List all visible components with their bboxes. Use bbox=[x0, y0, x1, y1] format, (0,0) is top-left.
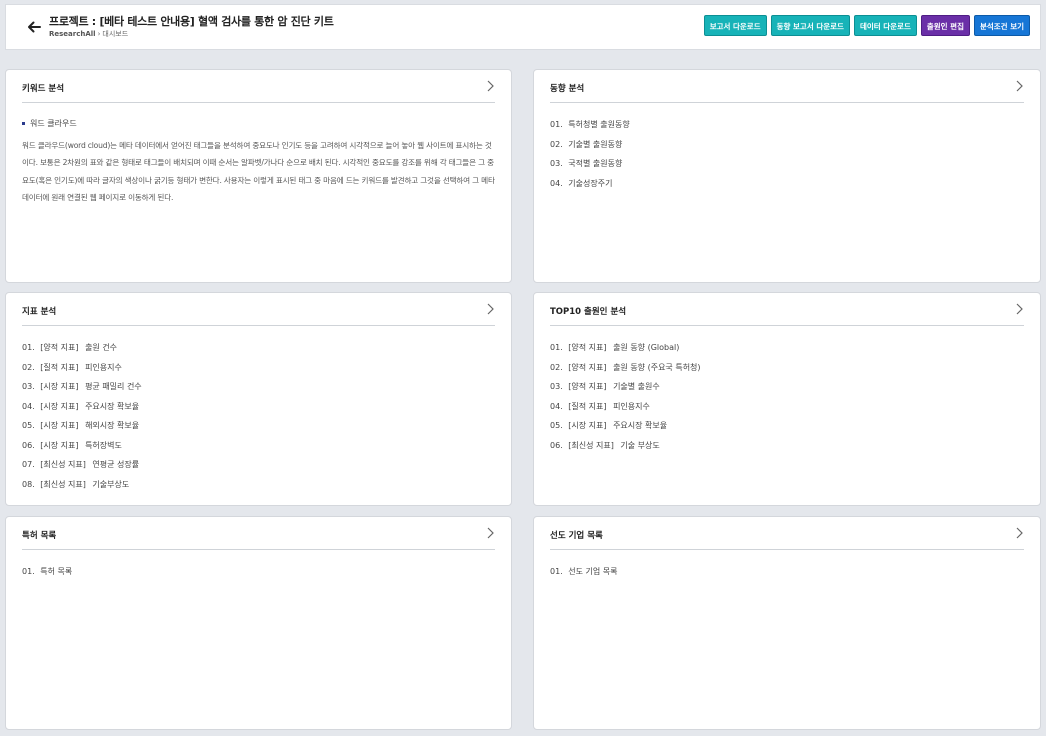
breadcrumb: ResearchAll › 대시보드 bbox=[49, 29, 128, 39]
breadcrumb-item-researchall[interactable]: ResearchAll bbox=[49, 30, 96, 38]
card-header: 지표 분석 bbox=[22, 293, 495, 326]
card-title: TOP10 출원인 분석 bbox=[550, 307, 627, 317]
chevron-right-icon[interactable] bbox=[485, 80, 495, 92]
list-item[interactable]: 01. 특허 목록 bbox=[22, 567, 495, 587]
list-item[interactable]: 05. [시장 지표] 해외시장 확보율 bbox=[22, 421, 495, 441]
card-title: 지표 분석 bbox=[22, 307, 57, 317]
data-download-button[interactable]: 데이터 다운로드 bbox=[853, 15, 917, 36]
card-title: 동향 분석 bbox=[550, 84, 585, 94]
trend-analysis-card: 동향 분석 01. 특허청별 출원동향 02. 기술별 출원동향 03. 국적별… bbox=[533, 69, 1041, 283]
card-header: 선도 기업 목록 bbox=[550, 517, 1024, 550]
list-item[interactable]: 07. [최신성 지표] 연평균 성장률 bbox=[22, 460, 495, 480]
card-header: 키워드 분석 bbox=[22, 70, 495, 103]
trend-list: 01. 특허청별 출원동향 02. 기술별 출원동향 03. 국적별 출원동향 … bbox=[550, 120, 1024, 198]
back-arrow-icon[interactable] bbox=[26, 19, 42, 35]
page-header: 프로젝트 : [베타 테스트 안내용] 혈액 검사를 통한 암 진단 키트 Re… bbox=[5, 4, 1041, 50]
list-item[interactable]: 02. [양적 지표] 출원 동향 (주요국 특허청) bbox=[550, 363, 1024, 383]
list-item[interactable]: 01. [양적 지표] 출원 동향 (Global) bbox=[550, 343, 1024, 363]
card-title: 특허 목록 bbox=[22, 531, 57, 541]
list-item[interactable]: 01. [양적 지표] 출원 건수 bbox=[22, 343, 495, 363]
card-title: 선도 기업 목록 bbox=[550, 531, 603, 541]
patent-list: 01. 특허 목록 bbox=[22, 567, 495, 587]
edit-applicant-button[interactable]: 출원인 편집 bbox=[920, 15, 970, 36]
list-item[interactable]: 01. 선도 기업 목록 bbox=[550, 567, 1024, 587]
leading-companies-card: 선도 기업 목록 01. 선도 기업 목록 bbox=[533, 516, 1041, 730]
list-item[interactable]: 02. 기술별 출원동향 bbox=[550, 140, 1024, 160]
leading-companies-list: 01. 선도 기업 목록 bbox=[550, 567, 1024, 587]
top10-applicant-analysis-card: TOP10 출원인 분석 01. [양적 지표] 출원 동향 (Global) … bbox=[533, 292, 1041, 506]
card-header: 특허 목록 bbox=[22, 517, 495, 550]
trend-report-download-button[interactable]: 동향 보고서 다운로드 bbox=[770, 15, 850, 36]
list-item[interactable]: 04. 기술성장주기 bbox=[550, 179, 1024, 199]
card-title: 키워드 분석 bbox=[22, 84, 65, 94]
list-item[interactable]: 03. [양적 지표] 기술별 출원수 bbox=[550, 382, 1024, 402]
breadcrumb-item-dashboard: 대시보드 bbox=[102, 30, 129, 38]
list-item[interactable]: 08. [최신성 지표] 기술부상도 bbox=[22, 480, 495, 500]
top10-list: 01. [양적 지표] 출원 동향 (Global) 02. [양적 지표] 출… bbox=[550, 343, 1024, 460]
list-item[interactable]: 04. [질적 지표] 피인용지수 bbox=[550, 402, 1024, 422]
report-download-button[interactable]: 보고서 다운로드 bbox=[703, 15, 767, 36]
chevron-right-icon[interactable] bbox=[1014, 80, 1024, 92]
patent-list-card: 특허 목록 01. 특허 목록 bbox=[5, 516, 512, 730]
list-item[interactable]: 04. [시장 지표] 주요시장 확보율 bbox=[22, 402, 495, 422]
action-buttons: 보고서 다운로드 동향 보고서 다운로드 데이터 다운로드 출원인 편집 분석조… bbox=[703, 15, 1030, 36]
keyword-analysis-card: 키워드 분석 워드 클라우드 워드 클라우드(word cloud)는 메타 데… bbox=[5, 69, 512, 283]
word-cloud-description: 워드 클라우드(word cloud)는 메타 데이터에서 얻어진 태그들을 분… bbox=[22, 141, 495, 202]
view-analysis-conditions-button[interactable]: 분석조건 보기 bbox=[973, 15, 1030, 36]
chevron-right-icon[interactable] bbox=[485, 527, 495, 539]
list-item[interactable]: 03. [시장 지표] 평균 패밀리 건수 bbox=[22, 382, 495, 402]
indicator-analysis-card: 지표 분석 01. [양적 지표] 출원 건수 02. [질적 지표] 피인용지… bbox=[5, 292, 512, 506]
chevron-right-icon[interactable] bbox=[485, 303, 495, 315]
list-item[interactable]: 06. [최신성 지표] 기술 부상도 bbox=[550, 441, 1024, 461]
card-header: 동향 분석 bbox=[550, 70, 1024, 103]
chevron-right-icon[interactable] bbox=[1014, 527, 1024, 539]
breadcrumb-separator: › bbox=[97, 30, 101, 38]
card-header: TOP10 출원인 분석 bbox=[550, 293, 1024, 326]
list-item[interactable]: 05. [시장 지표] 주요시장 확보율 bbox=[550, 421, 1024, 441]
page-title: 프로젝트 : [베타 테스트 안내용] 혈액 검사를 통한 암 진단 키트 bbox=[49, 15, 334, 28]
word-cloud-heading: 워드 클라우드 bbox=[22, 118, 77, 129]
list-item[interactable]: 03. 국적별 출원동향 bbox=[550, 159, 1024, 179]
chevron-right-icon[interactable] bbox=[1014, 303, 1024, 315]
list-item[interactable]: 06. [시장 지표] 특허장벽도 bbox=[22, 441, 495, 461]
indicator-list: 01. [양적 지표] 출원 건수 02. [질적 지표] 피인용지수 03. … bbox=[22, 343, 495, 499]
list-item[interactable]: 02. [질적 지표] 피인용지수 bbox=[22, 363, 495, 383]
list-item[interactable]: 01. 특허청별 출원동향 bbox=[550, 120, 1024, 140]
bullet-icon bbox=[22, 122, 25, 125]
